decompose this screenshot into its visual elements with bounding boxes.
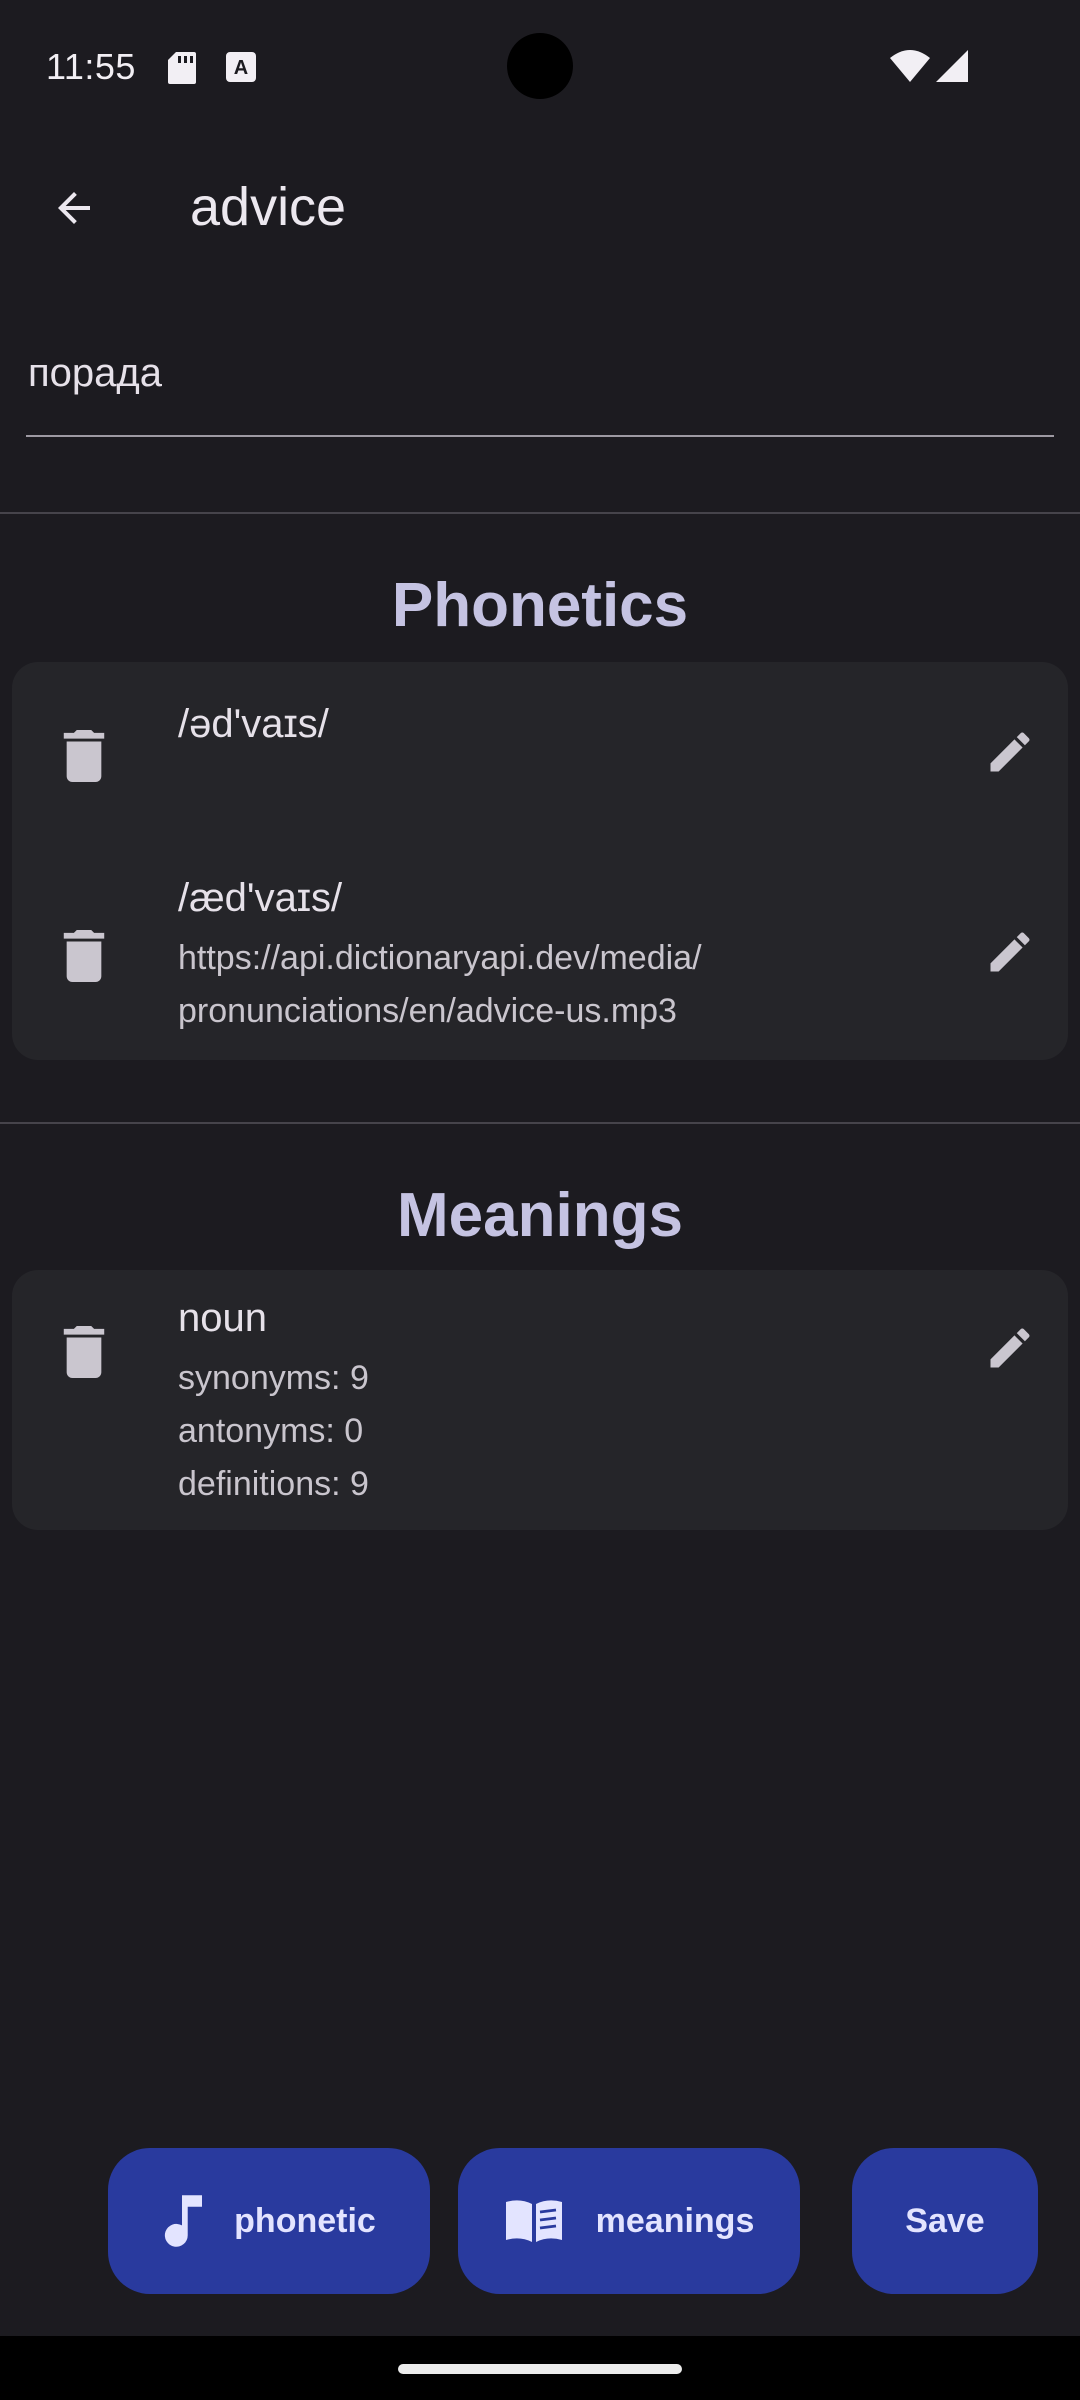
wifi-icon	[890, 50, 930, 87]
home-indicator[interactable]	[398, 2364, 682, 2374]
divider	[0, 1122, 1080, 1124]
translation-field[interactable]: порада	[26, 335, 1054, 437]
back-button[interactable]	[36, 172, 112, 248]
antonyms-count: antonyms: 0	[178, 1412, 364, 1450]
meanings-card: noun synonyms: 9 antonyms: 0 definitions…	[12, 1270, 1068, 1530]
svg-text:A: A	[234, 57, 248, 79]
save-label: Save	[905, 2201, 985, 2240]
phonetics-card: /əd'vaɪs/ /æd'vaɪs/ https://api.dictiona…	[12, 662, 1068, 1060]
delete-meaning-button[interactable]	[50, 1320, 118, 1388]
meanings-label: meanings	[595, 2201, 755, 2240]
status-bar: 11:55 A	[0, 0, 1080, 140]
edit-phonetic-button[interactable]	[972, 716, 1048, 792]
phonetic-audio-url: https://api.dictionaryapi.dev/media/ pro…	[178, 932, 702, 1038]
phonetic-item[interactable]: /əd'vaɪs/	[12, 662, 1068, 852]
meaning-stats: synonyms: 9 antonyms: 0 definitions: 9	[178, 1352, 369, 1511]
arrow-back-icon	[50, 184, 98, 237]
phonetic-item[interactable]: /æd'vaɪs/ https://api.dictionaryapi.dev/…	[12, 852, 1068, 1060]
delete-phonetic-button[interactable]	[50, 924, 118, 992]
phonetic-text: /əd'vaɪs/	[178, 702, 329, 746]
sd-card-icon	[168, 52, 196, 89]
meanings-heading: Meanings	[397, 1181, 683, 1250]
part-of-speech: noun	[178, 1296, 267, 1340]
app-bar: advice	[0, 140, 1080, 280]
trash-icon	[62, 729, 106, 787]
pencil-icon	[984, 726, 1036, 783]
edit-meaning-button[interactable]	[972, 1312, 1048, 1388]
book-icon	[504, 2198, 564, 2244]
music-note-icon	[162, 2195, 203, 2247]
navigation-bar	[0, 2336, 1080, 2400]
page-title: advice	[190, 177, 347, 237]
phonetics-heading: Phonetics	[391, 571, 689, 640]
synonyms-count: synonyms: 9	[178, 1359, 369, 1397]
divider	[0, 512, 1080, 514]
pencil-icon	[984, 1322, 1036, 1379]
screen: 11:55 A advice порада Phonetics /əd'vaɪs…	[0, 0, 1080, 2400]
text-a-icon: A	[226, 52, 256, 87]
signal-icon	[936, 50, 968, 87]
pencil-icon	[984, 926, 1036, 983]
add-phonetic-button[interactable]: phonetic	[108, 2148, 430, 2294]
edit-phonetic-button[interactable]	[972, 916, 1048, 992]
delete-phonetic-button[interactable]	[50, 724, 118, 792]
meaning-item[interactable]: noun synonyms: 9 antonyms: 0 definitions…	[12, 1270, 1068, 1530]
phonetic-label: phonetic	[234, 2201, 376, 2240]
save-button[interactable]: Save	[852, 2148, 1038, 2294]
phonetic-text: /æd'vaɪs/	[178, 876, 343, 920]
trash-icon	[62, 1325, 106, 1383]
trash-icon	[62, 929, 106, 987]
translation-value: порада	[28, 351, 162, 395]
status-time: 11:55	[46, 46, 136, 87]
definitions-count: definitions: 9	[178, 1465, 369, 1503]
audio-url-line: pronunciations/en/advice-us.mp3	[178, 992, 677, 1030]
add-meanings-button[interactable]: meanings	[458, 2148, 800, 2294]
camera-cutout	[507, 33, 573, 99]
audio-url-line: https://api.dictionaryapi.dev/media/	[178, 939, 702, 977]
